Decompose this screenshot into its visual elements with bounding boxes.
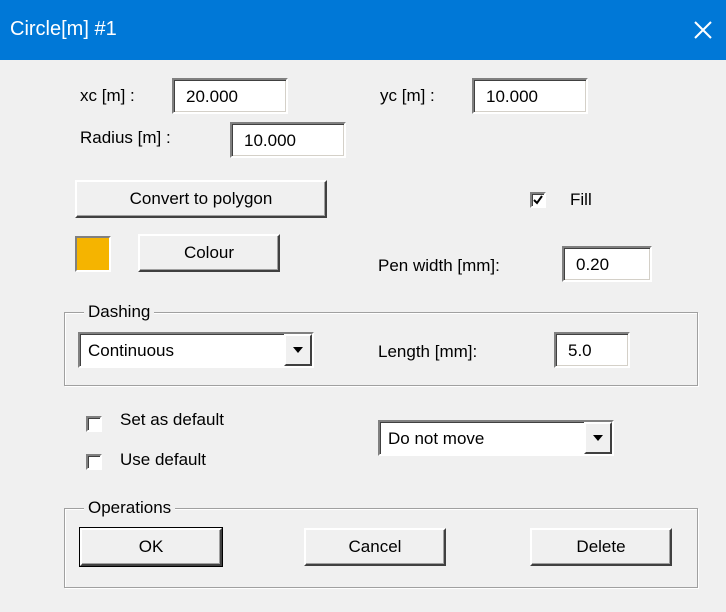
ok-button-label: OK xyxy=(138,537,164,556)
chevron-down-icon xyxy=(593,435,603,441)
colour-swatch xyxy=(75,236,111,272)
fill-checkbox[interactable] xyxy=(530,192,546,208)
convert-to-polygon-button[interactable]: Convert to polygon xyxy=(75,180,327,218)
convert-to-polygon-label: Convert to polygon xyxy=(129,189,273,208)
use-default-label: Use default xyxy=(120,450,206,469)
set-as-default-checkbox[interactable] xyxy=(86,416,102,432)
close-icon xyxy=(694,21,712,39)
dashing-style-select[interactable]: Continuous xyxy=(78,332,314,368)
length-label: Length [mm]: xyxy=(378,342,478,361)
cancel-button[interactable]: Cancel xyxy=(304,528,446,566)
window-title: Circle[m] #1 xyxy=(10,18,117,40)
dashing-style-value: Continuous xyxy=(88,341,175,360)
dashing-group-title: Dashing xyxy=(84,302,155,322)
colour-button[interactable]: Colour xyxy=(138,234,280,272)
delete-button[interactable]: Delete xyxy=(530,528,672,566)
xc-field[interactable]: 20.000 xyxy=(172,78,288,114)
circle-dialog: Circle[m] #1 xc [m] : 20.000 yc [m] : 10… xyxy=(0,0,726,612)
dashing-dropdown-button[interactable] xyxy=(284,334,312,366)
yc-field[interactable]: 10.000 xyxy=(472,78,588,114)
set-as-default-label: Set as default xyxy=(120,410,224,429)
use-default-checkbox[interactable] xyxy=(86,454,102,470)
ok-button[interactable]: OK xyxy=(79,527,223,567)
operations-group-title: Operations xyxy=(84,498,176,518)
chevron-down-icon xyxy=(293,347,303,353)
radius-label: Radius [m] : xyxy=(80,128,171,147)
move-dropdown-button[interactable] xyxy=(584,422,612,454)
colour-button-label: Colour xyxy=(183,243,235,262)
move-mode-value: Do not move xyxy=(388,429,485,448)
xc-label: xc [m] : xyxy=(80,86,135,105)
cancel-button-label: Cancel xyxy=(348,537,402,556)
yc-label: yc [m] : xyxy=(380,86,435,105)
close-button[interactable] xyxy=(680,0,726,60)
dialog-body: xc [m] : 20.000 yc [m] : 10.000 Radius [… xyxy=(8,60,718,612)
checkmark-icon xyxy=(533,195,543,205)
title-bar: Circle[m] #1 xyxy=(0,0,726,60)
length-field[interactable]: 5.0 xyxy=(554,332,630,368)
delete-button-label: Delete xyxy=(576,537,626,556)
radius-field[interactable]: 10.000 xyxy=(230,122,346,158)
move-mode-select[interactable]: Do not move xyxy=(378,420,614,456)
pen-width-label: Pen width [mm]: xyxy=(378,256,500,275)
pen-width-field[interactable]: 0.20 xyxy=(562,246,652,282)
fill-label: Fill xyxy=(570,190,592,209)
